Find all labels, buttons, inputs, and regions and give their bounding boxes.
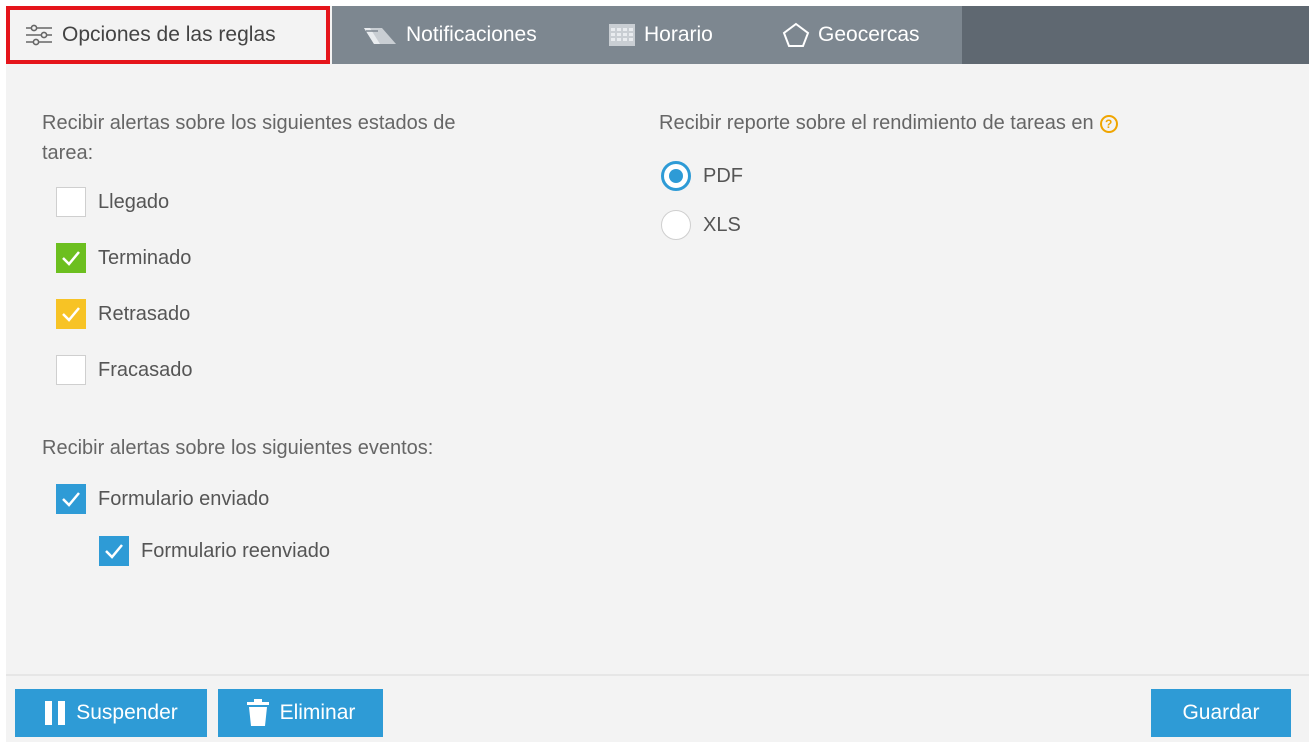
tab-label: Geocercas bbox=[818, 23, 920, 46]
checkbox-label: Llegado bbox=[98, 190, 170, 213]
save-label: Guardar bbox=[1182, 701, 1260, 724]
delete-label: Eliminar bbox=[279, 701, 356, 724]
task-states-heading-line2: tarea: bbox=[42, 142, 94, 164]
checkbox-box[interactable] bbox=[56, 187, 86, 217]
checkbox-fracasado[interactable]: Fracasado bbox=[56, 355, 193, 385]
radio-label: XLS bbox=[703, 213, 741, 236]
suspend-button[interactable]: Suspender bbox=[15, 689, 207, 737]
sliders-icon bbox=[24, 23, 54, 47]
task-states-heading-line1: Recibir alertas sobre los siguientes est… bbox=[42, 112, 456, 134]
calendar-icon bbox=[608, 22, 636, 48]
checkbox-label: Formulario enviado bbox=[98, 487, 270, 510]
report-heading-text: Recibir reporte sobre el rendimiento de … bbox=[659, 112, 1094, 134]
save-button[interactable]: Guardar bbox=[1151, 689, 1291, 737]
pause-icon bbox=[44, 700, 66, 726]
trash-icon bbox=[246, 699, 270, 727]
checkbox-label: Formulario reenviado bbox=[141, 539, 330, 562]
tab-rule-options[interactable]: Opciones de las reglas bbox=[6, 6, 332, 64]
events-heading: Recibir alertas sobre los siguientes eve… bbox=[42, 437, 434, 459]
checkbox-box[interactable] bbox=[56, 484, 86, 514]
tab-label: Opciones de las reglas bbox=[62, 23, 276, 46]
checkbox-box[interactable] bbox=[99, 536, 129, 566]
checkbox-label: Terminado bbox=[98, 246, 192, 269]
checkbox-label: Retrasado bbox=[98, 302, 191, 325]
pentagon-icon bbox=[782, 22, 810, 48]
checkmark-icon bbox=[62, 492, 80, 507]
road-icon bbox=[362, 24, 398, 46]
checkbox-llegado[interactable]: Llegado bbox=[56, 187, 169, 217]
checkbox-label: Fracasado bbox=[98, 358, 193, 381]
suspend-label: Suspender bbox=[76, 701, 178, 724]
delete-button[interactable]: Eliminar bbox=[218, 689, 383, 737]
checkbox-retrasado[interactable]: Retrasado bbox=[56, 299, 190, 329]
checkbox-box[interactable] bbox=[56, 355, 86, 385]
tab-geofences[interactable]: Geocercas bbox=[782, 6, 920, 64]
tab-bar-filler bbox=[962, 6, 1309, 64]
tab-schedule[interactable]: Horario bbox=[608, 6, 713, 64]
checkmark-icon bbox=[62, 251, 80, 266]
checkmark-icon bbox=[105, 544, 123, 559]
footer-divider bbox=[6, 674, 1309, 676]
tab-notifications[interactable]: Notificaciones bbox=[362, 6, 537, 64]
tab-label: Notificaciones bbox=[406, 23, 537, 46]
checkmark-icon bbox=[62, 307, 80, 322]
checkbox-form-resent[interactable]: Formulario reenviado bbox=[99, 536, 330, 566]
radio-button[interactable] bbox=[661, 210, 691, 240]
checkbox-box[interactable] bbox=[56, 299, 86, 329]
radio-button[interactable] bbox=[661, 161, 691, 191]
radio-xls[interactable]: XLS bbox=[661, 210, 741, 240]
tab-label: Horario bbox=[644, 23, 713, 46]
radio-label: PDF bbox=[703, 164, 743, 187]
report-heading: Recibir reporte sobre el rendimiento de … bbox=[659, 108, 1118, 138]
checkbox-terminado[interactable]: Terminado bbox=[56, 243, 191, 273]
radio-pdf[interactable]: PDF bbox=[661, 161, 743, 191]
checkbox-form-sent[interactable]: Formulario enviado bbox=[56, 484, 269, 514]
task-states-heading: Recibir alertas sobre los siguientes est… bbox=[42, 108, 602, 168]
checkbox-box[interactable] bbox=[56, 243, 86, 273]
rule-settings-panel: Opciones de las reglas Notificaciones Ho… bbox=[6, 6, 1309, 742]
help-icon[interactable]: ? bbox=[1099, 114, 1118, 133]
